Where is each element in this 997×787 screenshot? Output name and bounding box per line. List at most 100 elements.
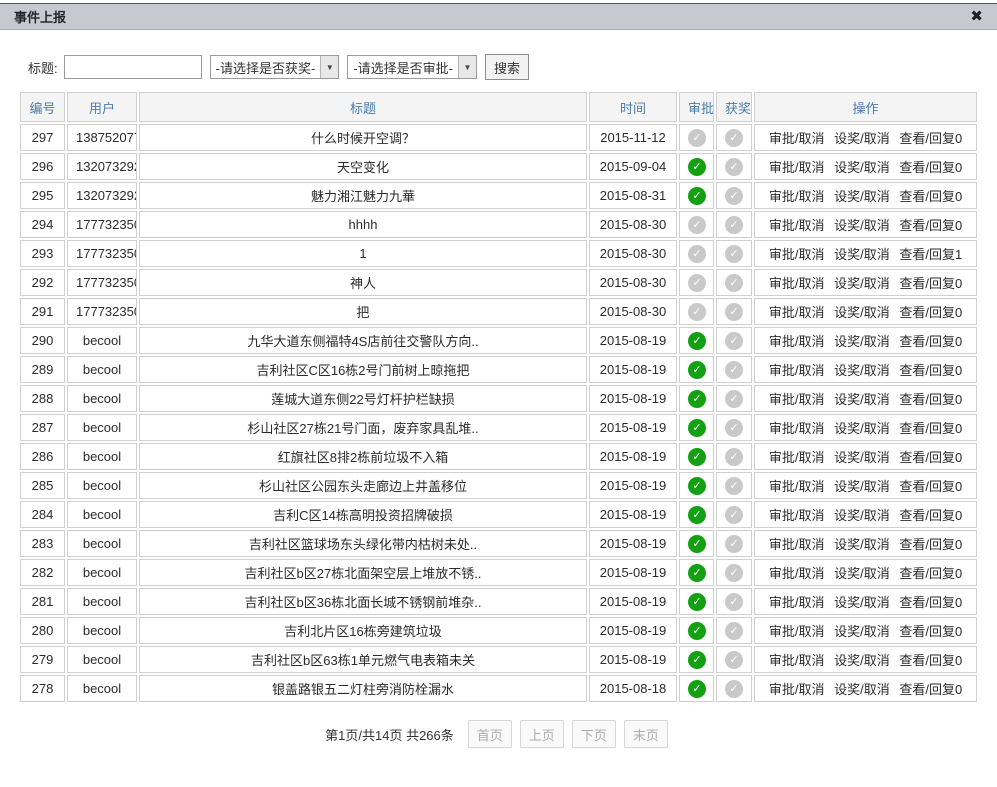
view-reply-action[interactable]: 查看/回复0 — [899, 305, 962, 320]
search-button[interactable]: 搜索 — [485, 54, 529, 80]
award-cancel-action[interactable]: 设奖/取消 — [834, 305, 890, 320]
view-reply-action[interactable]: 查看/回复0 — [899, 624, 962, 639]
first-page-button[interactable]: 首页 — [468, 720, 512, 748]
col-header-id: 编号 — [20, 92, 65, 122]
view-reply-action[interactable]: 查看/回复0 — [899, 421, 962, 436]
prev-page-button[interactable]: 上页 — [520, 720, 564, 748]
approve-cancel-action[interactable]: 审批/取消 — [769, 392, 825, 407]
approve-cancel-action[interactable]: 审批/取消 — [769, 450, 825, 465]
award-cancel-action[interactable]: 设奖/取消 — [834, 421, 890, 436]
approve-status-check-icon: ✓ — [688, 448, 706, 466]
award-cancel-action[interactable]: 设奖/取消 — [834, 479, 890, 494]
approve-cancel-action[interactable]: 审批/取消 — [769, 537, 825, 552]
view-reply-action[interactable]: 查看/回复0 — [899, 682, 962, 697]
approve-cancel-action[interactable]: 审批/取消 — [769, 479, 825, 494]
approve-cancel-action[interactable]: 审批/取消 — [769, 189, 825, 204]
award-filter-select[interactable]: -请选择是否获奖- ▼ — [210, 55, 340, 79]
date-cell: 2015-08-30 — [589, 269, 677, 296]
approve-cancel-action[interactable]: 审批/取消 — [769, 595, 825, 610]
date-cell: 2015-08-18 — [589, 675, 677, 702]
approve-cancel-action[interactable]: 审批/取消 — [769, 508, 825, 523]
next-page-button[interactable]: 下页 — [572, 720, 616, 748]
award-cancel-action[interactable]: 设奖/取消 — [834, 276, 890, 291]
col-header-user: 用户 — [67, 92, 137, 122]
award-cancel-action[interactable]: 设奖/取消 — [834, 160, 890, 175]
award-cancel-action[interactable]: 设奖/取消 — [834, 682, 890, 697]
view-reply-action[interactable]: 查看/回复0 — [899, 508, 962, 523]
award-cancel-action[interactable]: 设奖/取消 — [834, 537, 890, 552]
award-cancel-action[interactable]: 设奖/取消 — [834, 653, 890, 668]
award-status-check-icon: ✓ — [725, 158, 743, 176]
award-cancel-action[interactable]: 设奖/取消 — [834, 566, 890, 581]
approve-cancel-action[interactable]: 审批/取消 — [769, 682, 825, 697]
title-filter-input[interactable] — [64, 55, 202, 79]
title-cell: hhhh — [139, 211, 587, 238]
award-cancel-action[interactable]: 设奖/取消 — [834, 508, 890, 523]
user-cell: 17773235080 — [67, 298, 137, 325]
award-cancel-action[interactable]: 设奖/取消 — [834, 450, 890, 465]
award-status-check-icon: ✓ — [725, 477, 743, 495]
view-reply-action[interactable]: 查看/回复0 — [899, 189, 962, 204]
view-reply-action[interactable]: 查看/回复1 — [899, 247, 962, 262]
approve-status-check-icon: ✓ — [688, 477, 706, 495]
event-id-cell: 291 — [20, 298, 65, 325]
view-reply-action[interactable]: 查看/回复0 — [899, 653, 962, 668]
view-reply-action[interactable]: 查看/回复0 — [899, 131, 962, 146]
table-row: 294 17773235080 hhhh 2015-08-30 ✓ ✓ 审批/取… — [20, 211, 977, 238]
award-cancel-action[interactable]: 设奖/取消 — [834, 218, 890, 233]
approve-cancel-action[interactable]: 审批/取消 — [769, 653, 825, 668]
view-reply-action[interactable]: 查看/回复0 — [899, 537, 962, 552]
event-id-cell: 280 — [20, 617, 65, 644]
approve-cancel-action[interactable]: 审批/取消 — [769, 276, 825, 291]
table-header-row: 编号 用户 标题 时间 审批 获奖 操作 — [20, 92, 977, 122]
view-reply-action[interactable]: 查看/回复0 — [899, 479, 962, 494]
view-reply-action[interactable]: 查看/回复0 — [899, 218, 962, 233]
approve-cancel-action[interactable]: 审批/取消 — [769, 624, 825, 639]
approve-cancel-action[interactable]: 审批/取消 — [769, 566, 825, 581]
col-header-date: 时间 — [589, 92, 677, 122]
date-cell: 2015-08-19 — [589, 356, 677, 383]
approve-cancel-action[interactable]: 审批/取消 — [769, 247, 825, 262]
title-filter-label: 标题: — [28, 58, 58, 77]
award-cancel-action[interactable]: 设奖/取消 — [834, 392, 890, 407]
view-reply-action[interactable]: 查看/回复0 — [899, 276, 962, 291]
title-cell: 杉山社区公园东头走廊边上井盖移位 — [139, 472, 587, 499]
chevron-down-icon: ▼ — [458, 56, 476, 78]
approve-cancel-action[interactable]: 审批/取消 — [769, 131, 825, 146]
award-cancel-action[interactable]: 设奖/取消 — [834, 334, 890, 349]
approve-cancel-action[interactable]: 审批/取消 — [769, 305, 825, 320]
approve-cancel-action[interactable]: 审批/取消 — [769, 160, 825, 175]
col-header-title: 标题 — [139, 92, 587, 122]
approve-cancel-action[interactable]: 审批/取消 — [769, 421, 825, 436]
award-cancel-action[interactable]: 设奖/取消 — [834, 189, 890, 204]
award-cancel-action[interactable]: 设奖/取消 — [834, 595, 890, 610]
title-cell: 吉利北片区16栋旁建筑垃圾 — [139, 617, 587, 644]
award-cancel-action[interactable]: 设奖/取消 — [834, 247, 890, 262]
approve-status-check-icon: ✓ — [688, 390, 706, 408]
table-body: 297 13875207715 什么时候开空调？ 2015-11-12 ✓ ✓ … — [20, 124, 977, 702]
approve-cancel-action[interactable]: 审批/取消 — [769, 363, 825, 378]
view-reply-action[interactable]: 查看/回复0 — [899, 450, 962, 465]
approve-cancel-action[interactable]: 审批/取消 — [769, 218, 825, 233]
award-status-check-icon: ✓ — [725, 361, 743, 379]
view-reply-action[interactable]: 查看/回复0 — [899, 595, 962, 610]
award-cancel-action[interactable]: 设奖/取消 — [834, 624, 890, 639]
user-cell: becool — [67, 327, 137, 354]
approve-cancel-action[interactable]: 审批/取消 — [769, 334, 825, 349]
award-status-check-icon: ✓ — [725, 622, 743, 640]
award-cancel-action[interactable]: 设奖/取消 — [834, 363, 890, 378]
view-reply-action[interactable]: 查看/回复0 — [899, 363, 962, 378]
event-id-cell: 284 — [20, 501, 65, 528]
award-cancel-action[interactable]: 设奖/取消 — [834, 131, 890, 146]
view-reply-action[interactable]: 查看/回复0 — [899, 334, 962, 349]
last-page-button[interactable]: 末页 — [624, 720, 668, 748]
date-cell: 2015-09-04 — [589, 153, 677, 180]
view-reply-action[interactable]: 查看/回复0 — [899, 160, 962, 175]
table-row: 288 becool 莲城大道东侧22号灯杆护栏缺损 2015-08-19 ✓ … — [20, 385, 977, 412]
col-header-award: 获奖 — [716, 92, 752, 122]
approve-filter-select[interactable]: -请选择是否审批- ▼ — [347, 55, 477, 79]
view-reply-action[interactable]: 查看/回复0 — [899, 392, 962, 407]
close-icon[interactable]: ✖ — [970, 9, 983, 24]
view-reply-action[interactable]: 查看/回复0 — [899, 566, 962, 581]
approve-status-check-icon: ✓ — [688, 419, 706, 437]
